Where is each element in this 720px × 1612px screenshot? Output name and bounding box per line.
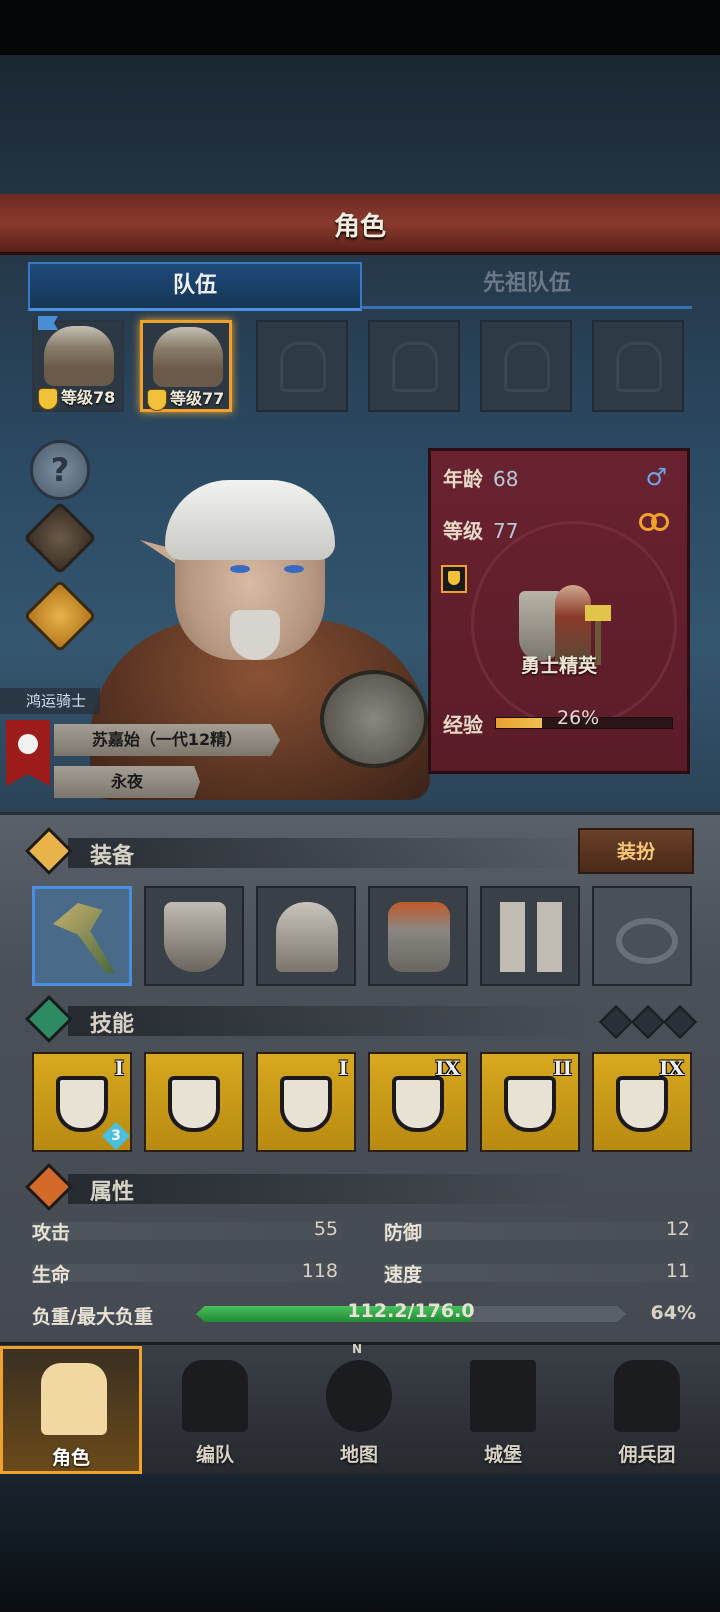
defense-label: 防御 bbox=[384, 1222, 423, 1244]
equip-slot-ring[interactable] bbox=[592, 886, 692, 986]
bottom-background bbox=[0, 1474, 720, 1612]
rings-icon[interactable] bbox=[639, 513, 671, 535]
skill-slot-3[interactable]: I bbox=[256, 1052, 356, 1152]
banner-icon bbox=[614, 1360, 680, 1432]
compass-north-label: N bbox=[352, 1342, 363, 1356]
hero-title: 鸿运骑士 bbox=[0, 688, 100, 714]
shield-sword-icon bbox=[56, 1076, 108, 1132]
equip-slot-shield[interactable] bbox=[144, 886, 244, 986]
load-percent: 64% bbox=[650, 1302, 696, 1324]
title-bar: 角色 bbox=[0, 194, 720, 255]
hero-portrait bbox=[153, 327, 223, 387]
empty-helmet-icon bbox=[616, 342, 662, 392]
speed-label: 速度 bbox=[384, 1264, 423, 1286]
nav-character[interactable]: 角色 bbox=[0, 1346, 142, 1474]
skill-slot-2[interactable] bbox=[144, 1052, 244, 1152]
castle-icon bbox=[470, 1360, 536, 1432]
cloak-armor-icon bbox=[388, 902, 450, 972]
party-slot-empty[interactable] bbox=[480, 320, 572, 412]
skill-slot-1[interactable]: I3 bbox=[32, 1052, 132, 1152]
level-row: 等级 77 bbox=[443, 519, 519, 543]
speed-value: 11 bbox=[665, 1260, 690, 1282]
empty-helmet-icon bbox=[392, 342, 438, 392]
party-level-label: 等级77 bbox=[147, 385, 224, 411]
shield-icon bbox=[504, 1076, 556, 1132]
helmet-icon bbox=[182, 1360, 248, 1432]
skills-header: 技能 bbox=[24, 994, 688, 1044]
boots-icon bbox=[500, 902, 562, 972]
age-row: 年龄 68 bbox=[443, 467, 519, 491]
shield-icon bbox=[38, 387, 58, 410]
equip-slot-armor[interactable] bbox=[368, 886, 468, 986]
hero-eye bbox=[230, 565, 250, 573]
hero-portrait bbox=[44, 326, 114, 386]
hero-beard bbox=[230, 610, 280, 660]
hp-value: 118 bbox=[301, 1260, 338, 1282]
attributes-header: 属性 bbox=[24, 1162, 688, 1212]
skill-slot-6[interactable]: IX bbox=[592, 1052, 692, 1152]
equip-slot-boots[interactable] bbox=[480, 886, 580, 986]
skill-level-badge: 3 bbox=[101, 1121, 131, 1151]
skill-slot-4[interactable]: IX bbox=[368, 1052, 468, 1152]
male-icon: ♂ bbox=[645, 463, 667, 491]
compass-icon bbox=[326, 1360, 392, 1432]
hero-name[interactable]: 苏嘉始（一代12精） bbox=[54, 724, 280, 756]
nav-mercenary[interactable]: 佣兵团 bbox=[576, 1346, 718, 1474]
dress-button[interactable]: 装扮 bbox=[578, 828, 694, 874]
empty-helmet-icon bbox=[280, 342, 326, 392]
nav-formation[interactable]: 编队 bbox=[144, 1346, 286, 1474]
exp-fill bbox=[496, 718, 542, 728]
shield-bash-icon bbox=[280, 1076, 332, 1132]
equip-slot-weapon[interactable] bbox=[32, 886, 132, 986]
person-icon bbox=[24, 1162, 74, 1212]
party-level-label: 等级78 bbox=[38, 384, 115, 410]
tab-ancestor-party[interactable]: 先祖队伍 bbox=[362, 262, 692, 309]
shoulder-pauldron bbox=[320, 670, 428, 768]
hp-label: 生命 bbox=[32, 1264, 71, 1286]
shield-break-icon bbox=[392, 1076, 444, 1132]
star-icon bbox=[24, 994, 74, 1044]
hammer-icon bbox=[53, 903, 115, 973]
attack-label: 攻击 bbox=[32, 1222, 71, 1244]
equip-slot-helmet[interactable] bbox=[256, 886, 356, 986]
status-bar bbox=[0, 0, 720, 55]
shield-break-icon bbox=[616, 1076, 668, 1132]
load-label: 负重/最大负重 bbox=[32, 1306, 153, 1328]
helmet-icon bbox=[276, 902, 338, 972]
page-title: 角色 bbox=[333, 212, 386, 242]
ring-slot-icon bbox=[616, 918, 678, 964]
exp-percent: 26% bbox=[557, 707, 600, 729]
attack-value: 55 bbox=[313, 1218, 338, 1240]
hero-hair bbox=[165, 480, 335, 560]
empty-helmet-icon bbox=[504, 342, 550, 392]
party-slot-empty[interactable] bbox=[256, 320, 348, 412]
hero-eye bbox=[284, 565, 304, 573]
chest-armor-icon bbox=[164, 902, 226, 972]
party-slot-2[interactable]: 等级77 bbox=[140, 320, 232, 412]
shield-icon[interactable] bbox=[441, 565, 467, 593]
hero-info-panel: 年龄 68 ♂ 等级 77 勇士精英 经验 26% bbox=[428, 448, 690, 774]
party-slot-empty[interactable] bbox=[368, 320, 460, 412]
load-value: 112.2/176.0 bbox=[347, 1300, 475, 1322]
skill-slot-5[interactable]: II bbox=[480, 1052, 580, 1152]
knight-icon bbox=[41, 1363, 107, 1435]
exp-label: 经验 bbox=[443, 713, 483, 737]
class-name: 勇士精英 bbox=[520, 655, 597, 677]
tab-party[interactable]: 队伍 bbox=[28, 262, 362, 311]
nav-castle[interactable]: 城堡 bbox=[432, 1346, 574, 1474]
nav-map[interactable]: N 地图 bbox=[288, 1342, 430, 1474]
leader-flag-icon bbox=[38, 316, 58, 330]
party-slot-1[interactable]: 等级78 bbox=[32, 316, 124, 412]
party-slot-empty[interactable] bbox=[592, 320, 684, 412]
dagger-icon bbox=[24, 826, 74, 876]
hero-trait[interactable]: 永夜 bbox=[54, 766, 200, 798]
shield-strike-icon bbox=[168, 1076, 220, 1132]
defense-value: 12 bbox=[665, 1218, 690, 1240]
shield-icon bbox=[147, 388, 167, 411]
